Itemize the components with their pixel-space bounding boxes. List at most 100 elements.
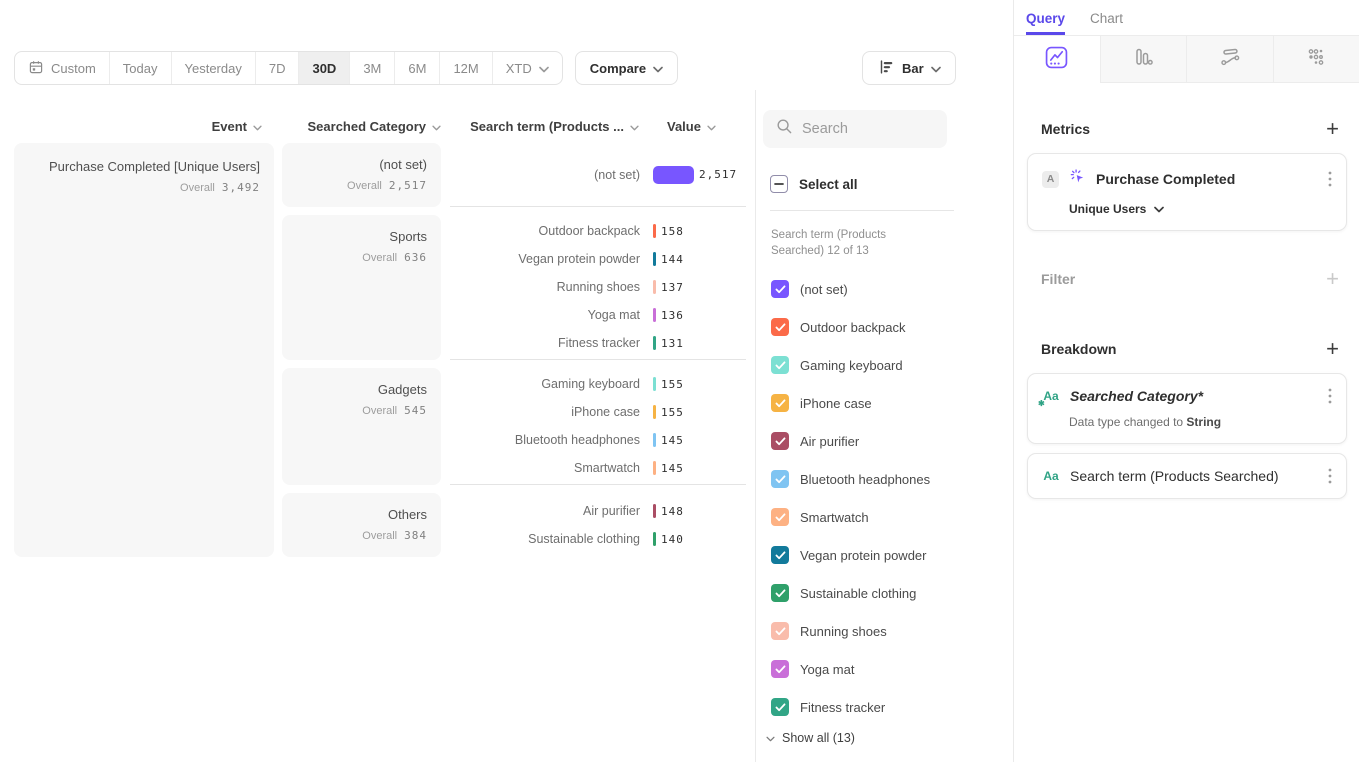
segment-item[interactable]: Running shoes [771, 612, 1013, 650]
select-all-label: Select all [799, 177, 858, 192]
add-filter-button[interactable]: + [1326, 269, 1339, 289]
add-metric-button[interactable]: + [1326, 119, 1339, 139]
segment-item[interactable]: Bluetooth headphones [771, 460, 1013, 498]
category-overall: Overall545 [296, 404, 427, 417]
checked-checkbox[interactable] [771, 698, 789, 716]
string-property-icon: Aa [1042, 469, 1060, 483]
date-range-label: Yesterday [185, 61, 242, 76]
checked-checkbox[interactable] [771, 660, 789, 678]
date-range-today[interactable]: Today [110, 52, 172, 84]
results-grid: Purchase Completed [Unique Users] Overal… [14, 143, 746, 557]
date-range-12m[interactable]: 12M [440, 52, 492, 84]
segment-item-label: (not set) [800, 282, 848, 297]
checked-checkbox[interactable] [771, 432, 789, 450]
sidebar-tabs: Query Chart [1014, 0, 1359, 35]
breakdown-card-row: Aa✱ Searched Category* [1042, 388, 1332, 404]
show-all-button[interactable]: Show all (13) [766, 731, 1013, 745]
value-bar [653, 308, 656, 322]
breakdown-card-search-term[interactable]: Aa Search term (Products Searched) [1027, 453, 1347, 499]
breakdown-card-searched-category[interactable]: Aa✱ Searched Category* Data type changed… [1027, 373, 1347, 444]
checked-checkbox[interactable] [771, 622, 789, 640]
search-term-label: iPhone case [450, 405, 640, 419]
date-range-30d[interactable]: 30D [299, 52, 350, 84]
search-term-label: Vegan protein powder [450, 252, 640, 266]
value-text: 155 [661, 406, 684, 419]
kebab-menu-icon[interactable] [1328, 468, 1332, 484]
segment-item[interactable]: Sustainable clothing [771, 574, 1013, 612]
date-range-6m[interactable]: 6M [395, 52, 440, 84]
checked-checkbox[interactable] [771, 470, 789, 488]
search-term-row: Air purifier148 [450, 497, 746, 525]
checked-checkbox[interactable] [771, 280, 789, 298]
metric-badge: A [1042, 171, 1059, 188]
report-tab-funnels[interactable] [1100, 36, 1187, 83]
date-range-label: XTD [506, 61, 532, 76]
kebab-menu-icon[interactable] [1328, 388, 1332, 404]
category-card: GadgetsOverall545 [282, 368, 441, 485]
segment-item-label: Bluetooth headphones [800, 472, 930, 487]
report-tab-flows[interactable] [1186, 36, 1273, 83]
checked-checkbox[interactable] [771, 508, 789, 526]
chart-type-button[interactable]: Bar [862, 51, 956, 85]
category-card: SportsOverall636 [282, 215, 441, 360]
horizontal-bar-chart-icon [877, 58, 895, 79]
date-range-group: Custom Today Yesterday 7D 30D3M6M12M XTD [14, 51, 563, 85]
date-range-3m[interactable]: 3M [350, 52, 395, 84]
segment-item[interactable]: Outdoor backpack [771, 308, 1013, 346]
search-term-row: iPhone case 155 [450, 398, 746, 426]
column-header-event[interactable]: Event [14, 119, 262, 134]
segment-item[interactable]: iPhone case [771, 384, 1013, 422]
tab-chart[interactable]: Chart [1090, 11, 1123, 35]
value-text: 144 [661, 253, 684, 266]
value-text: 148 [661, 505, 684, 518]
segment-item[interactable]: Gaming keyboard [771, 346, 1013, 384]
search-input[interactable] [802, 121, 932, 137]
add-breakdown-button[interactable]: + [1326, 339, 1339, 359]
indeterminate-checkbox[interactable] [770, 175, 788, 193]
date-range-label: Custom [51, 61, 96, 76]
column-header-search-term[interactable]: Search term (Products ... [449, 119, 639, 134]
date-range-yesterday[interactable]: Yesterday [172, 52, 256, 84]
checked-checkbox[interactable] [771, 394, 789, 412]
segment-item[interactable]: Yoga mat [771, 650, 1013, 688]
checked-checkbox[interactable] [771, 356, 789, 374]
column-header-value[interactable]: Value [667, 119, 716, 134]
segment-item-label: Outdoor backpack [800, 320, 906, 335]
compare-button[interactable]: Compare [575, 51, 678, 85]
segment-item[interactable]: Vegan protein powder [771, 536, 1013, 574]
retention-icon [1305, 46, 1327, 73]
search-term-row: Outdoor backpack158 [450, 217, 746, 245]
search-box[interactable] [763, 110, 947, 148]
report-tab-insights[interactable] [1014, 36, 1100, 83]
checked-checkbox[interactable] [771, 546, 789, 564]
value-text: 137 [661, 281, 684, 294]
date-range-custom[interactable]: Custom [15, 52, 110, 84]
segment-item[interactable]: Smartwatch [771, 498, 1013, 536]
checked-checkbox[interactable] [771, 584, 789, 602]
segment-item[interactable]: Fitness tracker [771, 688, 1013, 726]
category-overall: Overall384 [296, 529, 427, 542]
report-tab-retention[interactable] [1273, 36, 1359, 83]
date-range-7d[interactable]: 7D [256, 52, 300, 84]
segment-item[interactable]: (not set) [771, 270, 1013, 308]
segment-item-label: Yoga mat [800, 662, 854, 677]
category-band: (not set)Overall2,517(not set)2,517 [282, 143, 746, 207]
select-all-row[interactable]: Select all [770, 175, 1013, 193]
date-range-label: 7D [269, 61, 286, 76]
segment-item[interactable]: Air purifier [771, 422, 1013, 460]
checked-checkbox[interactable] [771, 318, 789, 336]
category-bands: (not set)Overall2,517(not set)2,517 Sport… [282, 143, 746, 557]
kebab-menu-icon[interactable] [1328, 171, 1332, 187]
overall-value: 384 [404, 529, 427, 542]
segment-list-label: Search term (Products Searched) 12 of 13 [771, 227, 931, 259]
metric-name: Purchase Completed [1096, 171, 1318, 187]
measure-selector[interactable]: Unique Users [1069, 202, 1332, 216]
value-bar [653, 405, 656, 419]
metric-card[interactable]: A Purchase Completed Unique Users [1027, 153, 1347, 231]
tab-query[interactable]: Query [1026, 11, 1065, 35]
chevron-down-icon [766, 731, 775, 745]
search-icon [776, 118, 793, 140]
overall-value: 2,517 [389, 179, 427, 192]
column-header-searched-category[interactable]: Searched Category [282, 119, 441, 134]
date-range-xtd[interactable]: XTD [493, 52, 562, 84]
